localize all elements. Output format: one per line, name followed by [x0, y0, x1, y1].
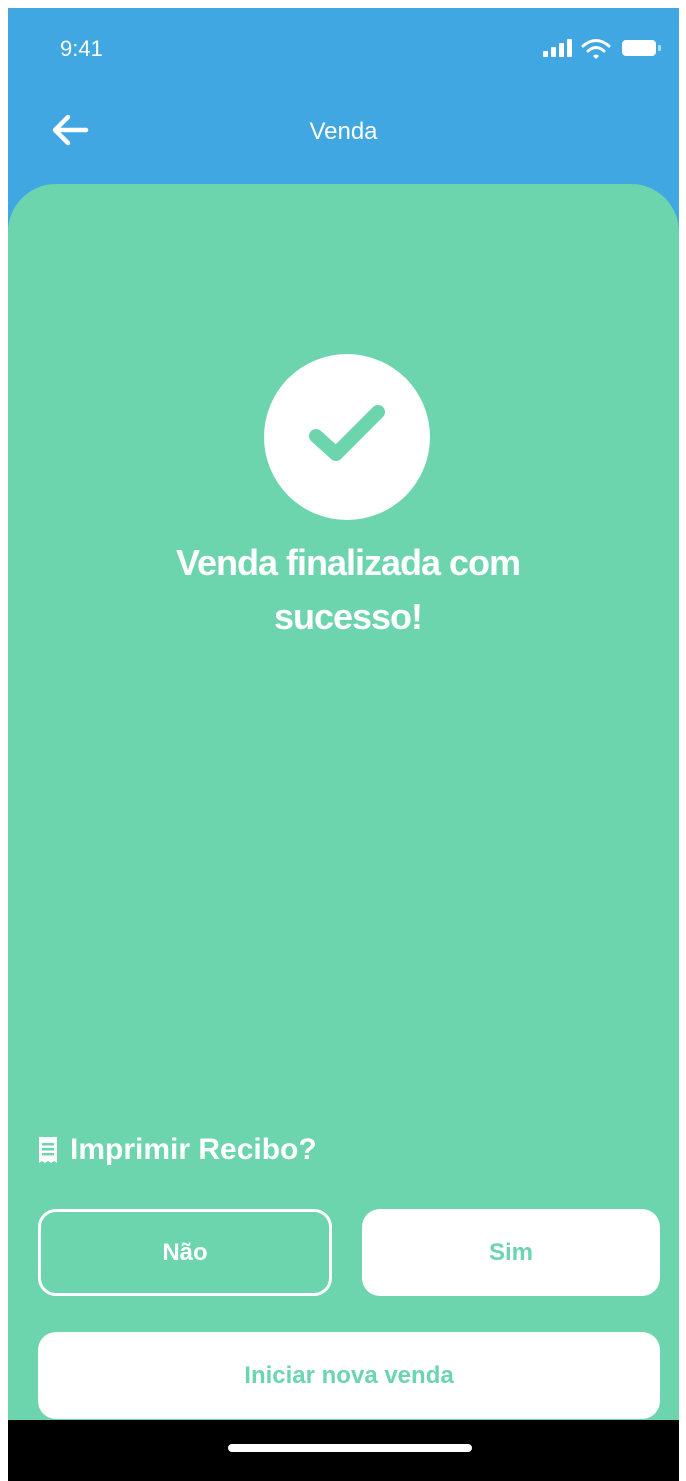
print-receipt-label: Imprimir Recibo? — [70, 1133, 317, 1166]
success-badge — [264, 354, 430, 520]
battery-icon — [622, 40, 661, 56]
no-button[interactable]: Não — [38, 1209, 332, 1296]
header: Venda — [8, 92, 679, 172]
start-new-sale-button[interactable]: Iniciar nova venda — [38, 1332, 660, 1419]
success-message-line2: sucesso! — [273, 596, 423, 637]
home-indicator-area — [8, 1420, 679, 1481]
signal-icon — [543, 39, 572, 57]
wifi-icon — [581, 39, 611, 59]
page-title: Venda — [309, 118, 378, 145]
receipt-icon — [39, 1137, 57, 1163]
success-panel: Venda finalizada com sucesso! Imprimir R… — [8, 184, 679, 1420]
app-frame: 9:41 Venda Venda finalizada com sucesso!… — [8, 8, 679, 1481]
yes-button[interactable]: Sim — [362, 1209, 660, 1296]
status-icons — [543, 38, 663, 59]
home-indicator[interactable] — [228, 1444, 472, 1452]
success-message: Venda finalizada com sucesso! — [108, 536, 588, 644]
checkmark-icon — [309, 405, 385, 461]
success-message-line1: Venda finalizada com — [175, 542, 521, 583]
status-bar: 9:41 — [8, 8, 679, 84]
status-time: 9:41 — [60, 36, 103, 61]
print-receipt-prompt: Imprimir Recibo? — [38, 1130, 317, 1170]
